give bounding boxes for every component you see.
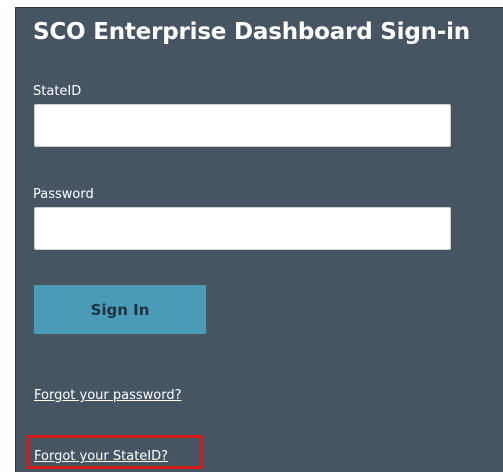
page-title: SCO Enterprise Dashboard Sign-in (33, 19, 470, 45)
forgot-stateid-link[interactable]: Forgot your StateID? (34, 449, 168, 464)
sign-in-panel: SCO Enterprise Dashboard Sign-in StateID… (15, 7, 503, 472)
sign-in-button[interactable]: Sign In (34, 285, 206, 334)
stateid-label: StateID (33, 84, 82, 99)
stateid-field[interactable] (34, 104, 451, 147)
password-label: Password (33, 187, 94, 202)
forgot-password-link[interactable]: Forgot your password? (34, 388, 182, 403)
password-field[interactable] (34, 207, 451, 250)
